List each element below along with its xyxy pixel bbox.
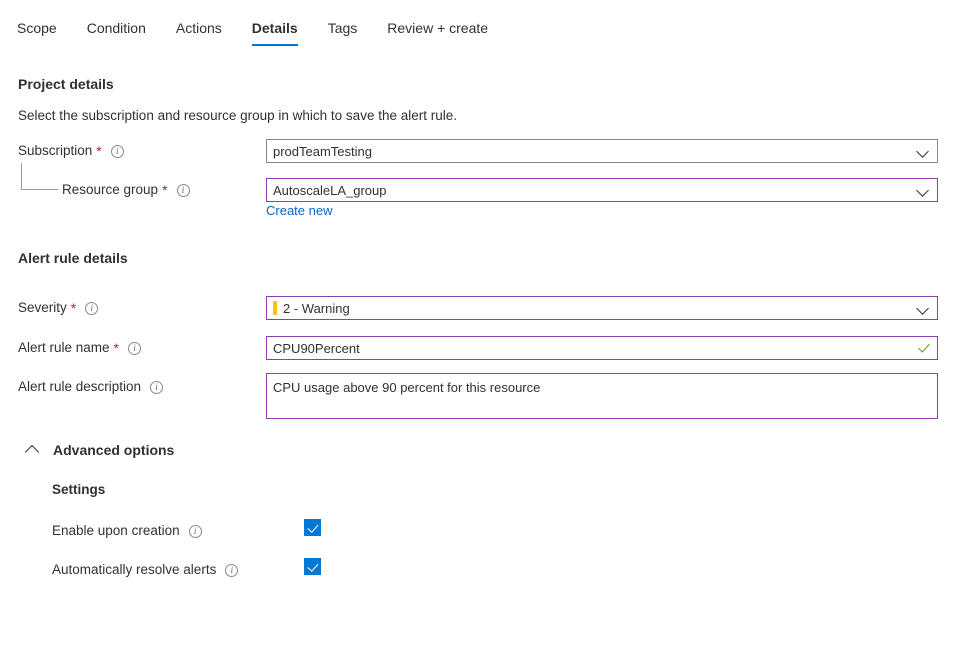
subscription-label: Subscription * i (18, 142, 124, 160)
alert-rule-name-label-text: Alert rule name (18, 339, 110, 357)
severity-required-asterisk: * (71, 302, 76, 315)
subscription-value: prodTeamTesting (273, 144, 917, 159)
resource-group-label: Resource group * i (62, 181, 190, 199)
advanced-options-toggle[interactable]: Advanced options (25, 442, 174, 458)
severity-color-swatch (273, 301, 277, 315)
enable-upon-creation-checkbox[interactable] (304, 519, 321, 536)
resource-group-label-text: Resource group (62, 181, 158, 199)
valid-check-icon (917, 341, 931, 355)
alert-rule-description-textarea[interactable]: CPU usage above 90 percent for this reso… (266, 373, 938, 419)
alert-rule-name-info-icon[interactable]: i (128, 342, 141, 355)
subscription-required-asterisk: * (96, 145, 101, 158)
alert-rule-name-input[interactable]: CPU90Percent (266, 336, 938, 360)
automatically-resolve-alerts-info-icon[interactable]: i (225, 564, 238, 577)
subscription-label-text: Subscription (18, 142, 92, 160)
project-details-description: Select the subscription and resource gro… (18, 107, 457, 125)
chevron-down-icon (917, 145, 929, 157)
alert-rule-name-value: CPU90Percent (273, 341, 917, 356)
automatically-resolve-alerts-checkbox[interactable] (304, 558, 321, 575)
tab-actions-label: Actions (176, 20, 222, 36)
tab-details-label: Details (252, 20, 298, 36)
subscription-info-icon[interactable]: i (111, 145, 124, 158)
settings-heading: Settings (52, 481, 105, 499)
alert-rule-description-label-text: Alert rule description (18, 378, 141, 396)
severity-info-icon[interactable]: i (85, 302, 98, 315)
chevron-down-icon (917, 184, 929, 196)
severity-value: 2 - Warning (283, 301, 917, 316)
alert-rule-name-label: Alert rule name * i (18, 339, 141, 357)
create-new-resource-group-link[interactable]: Create new (266, 203, 332, 219)
automatically-resolve-alerts-label: Automatically resolve alerts i (52, 561, 238, 579)
subscription-select[interactable]: prodTeamTesting (266, 139, 938, 163)
enable-upon-creation-label-text: Enable upon creation (52, 522, 180, 540)
resource-group-value: AutoscaleLA_group (273, 183, 917, 198)
wizard-tab-strip: Scope Condition Actions Details Tags Rev… (0, 0, 974, 48)
resource-group-tree-connector (21, 163, 58, 190)
enable-upon-creation-label: Enable upon creation i (52, 522, 202, 540)
tab-condition-label: Condition (87, 20, 146, 36)
tab-details[interactable]: Details (252, 19, 298, 46)
tab-review-create-label: Review + create (387, 20, 488, 36)
alert-rule-description-info-icon[interactable]: i (150, 381, 163, 394)
severity-select[interactable]: 2 - Warning (266, 296, 938, 320)
chevron-up-icon (25, 442, 41, 458)
severity-label-text: Severity (18, 299, 67, 317)
alert-rule-details-heading: Alert rule details (18, 249, 128, 267)
severity-label: Severity * i (18, 299, 98, 317)
alert-rule-description-label: Alert rule description i (18, 378, 163, 396)
resource-group-info-icon[interactable]: i (177, 184, 190, 197)
tab-tags[interactable]: Tags (328, 19, 358, 46)
tab-condition[interactable]: Condition (87, 19, 146, 46)
tab-scope-label: Scope (17, 20, 57, 36)
tab-review-create[interactable]: Review + create (387, 19, 488, 46)
chevron-down-icon (917, 302, 929, 314)
alert-rule-name-required-asterisk: * (114, 342, 119, 355)
automatically-resolve-alerts-label-text: Automatically resolve alerts (52, 561, 216, 579)
tab-actions[interactable]: Actions (176, 19, 222, 46)
tab-scope[interactable]: Scope (17, 19, 57, 46)
resource-group-required-asterisk: * (162, 184, 167, 197)
tab-tags-label: Tags (328, 20, 358, 36)
resource-group-select[interactable]: AutoscaleLA_group (266, 178, 938, 202)
alert-rule-details-page: Scope Condition Actions Details Tags Rev… (0, 0, 974, 649)
advanced-options-label: Advanced options (53, 442, 174, 458)
project-details-heading: Project details (18, 75, 114, 93)
enable-upon-creation-info-icon[interactable]: i (189, 525, 202, 538)
